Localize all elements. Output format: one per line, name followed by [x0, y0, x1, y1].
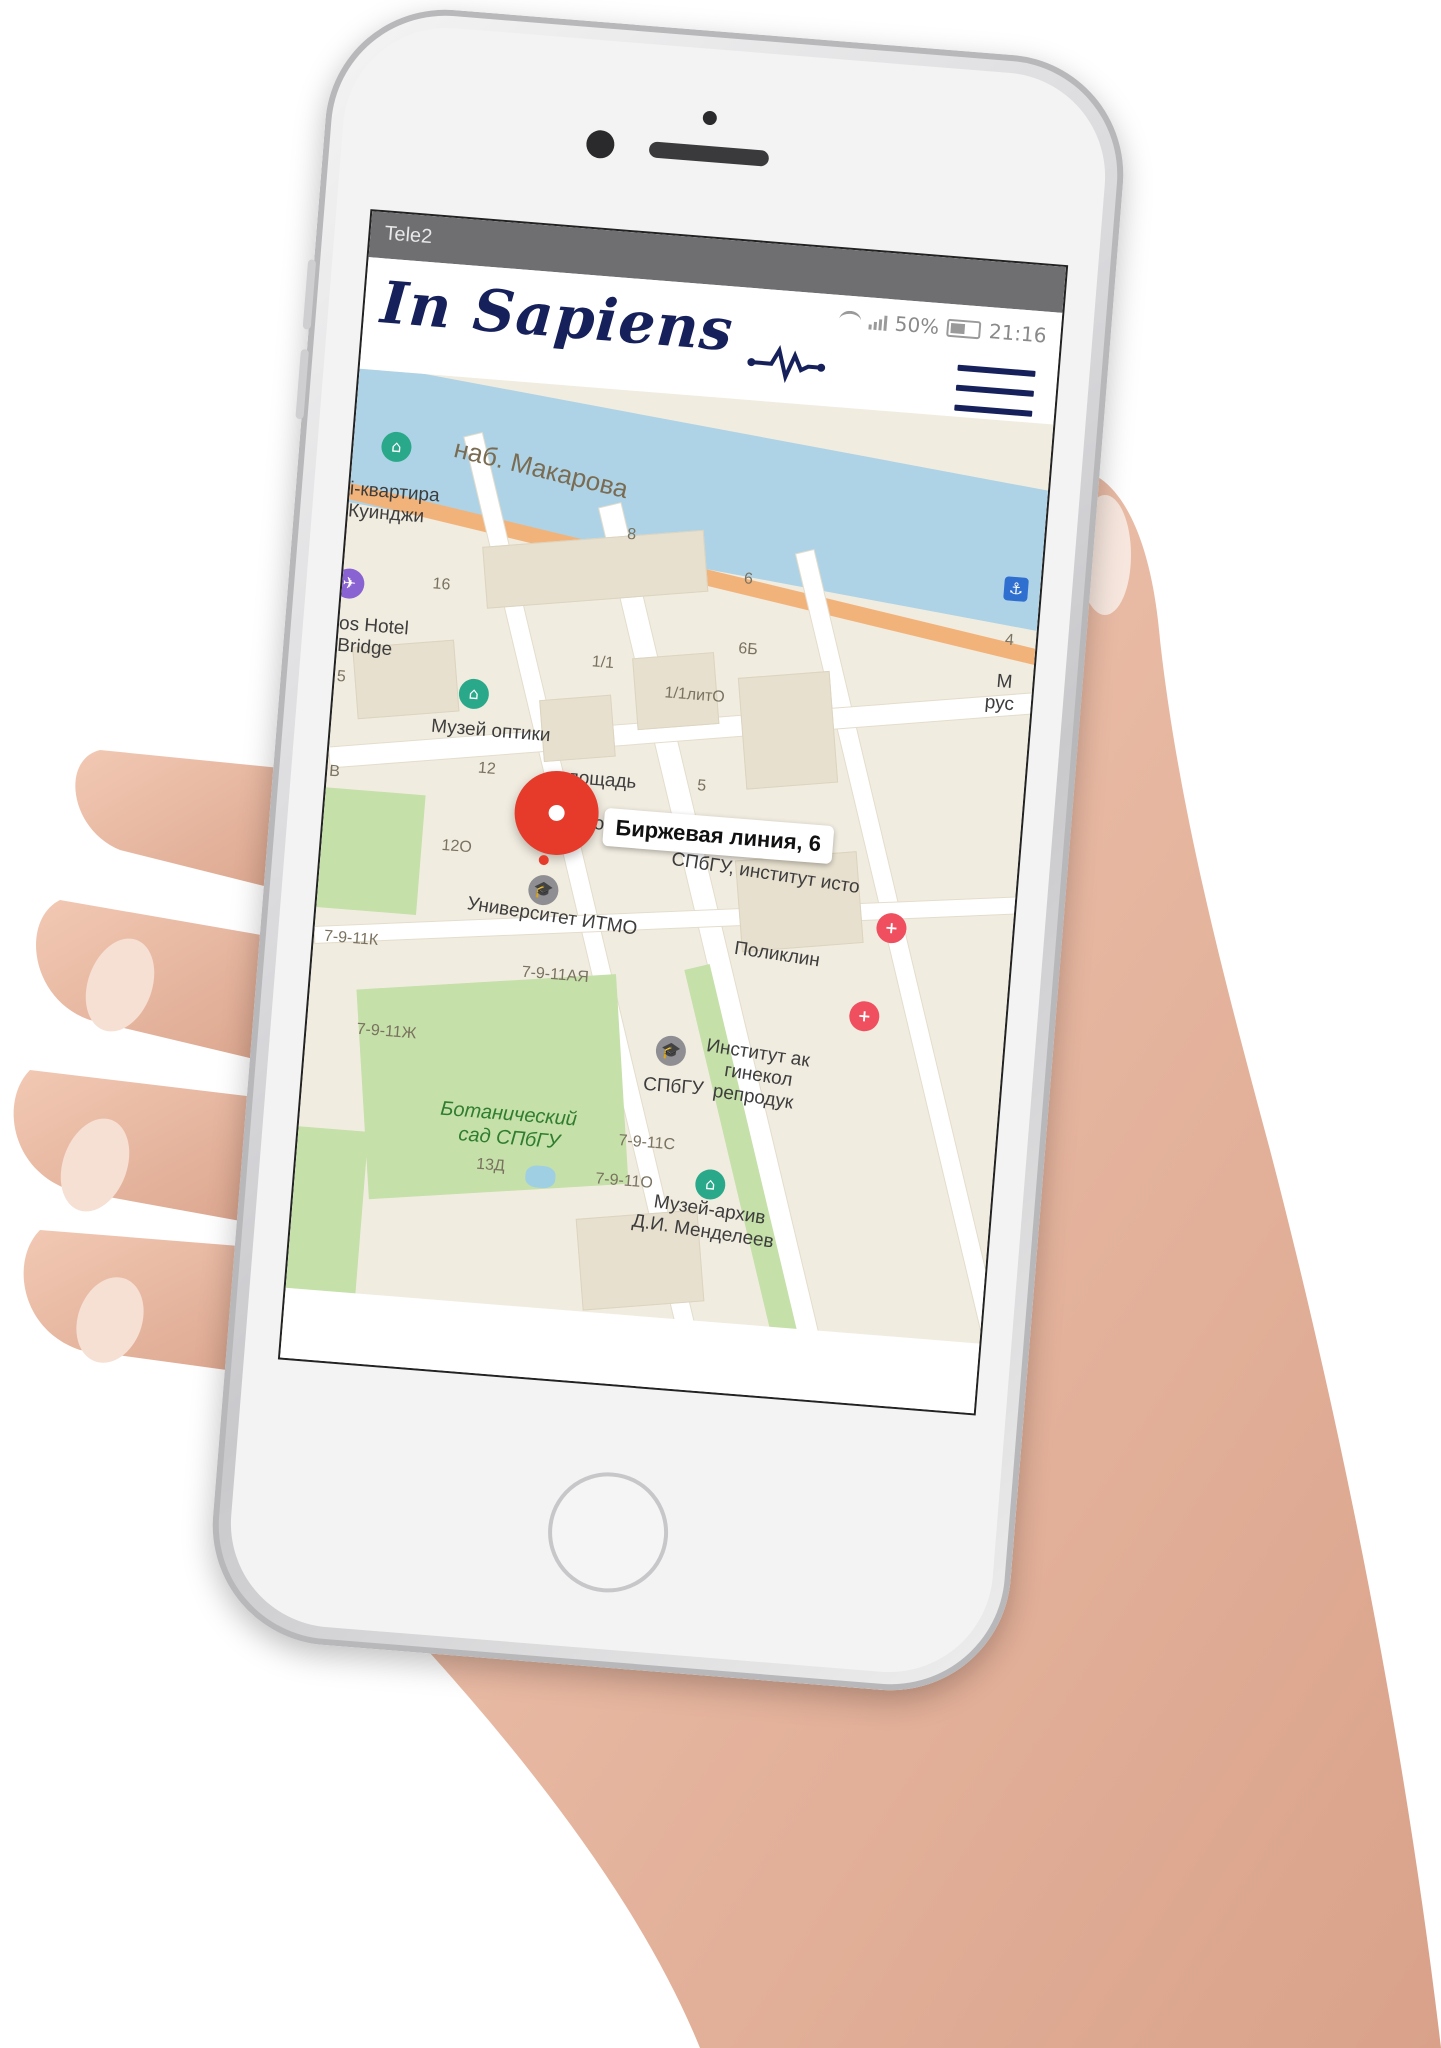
map-label: Куинджи: [347, 500, 425, 528]
app-logo[interactable]: In Sapiens: [378, 268, 736, 364]
house-number: В: [328, 762, 341, 781]
house-number: 5: [336, 667, 347, 686]
house-number: 7-9-11К: [323, 927, 379, 950]
road: [314, 896, 1035, 943]
hospital-icon[interactable]: +: [848, 1000, 881, 1033]
house-number: 13Д: [475, 1155, 506, 1175]
pin-tail: [538, 854, 550, 866]
building: [482, 529, 709, 609]
house-number: 7-9-11О: [594, 1170, 654, 1192]
house-number: 16: [431, 575, 452, 594]
house-number: 6: [743, 570, 754, 588]
house-number: 4: [1004, 631, 1015, 650]
pulse-icon: [747, 345, 826, 384]
map-view[interactable]: наб. Макарова i-квартира Куинджи os Hote…: [280, 368, 1054, 1414]
signal-icon: [868, 313, 888, 331]
house-number: 5: [696, 777, 707, 795]
house-number: 1/1: [591, 653, 615, 673]
carrier-name: Tele2: [383, 222, 434, 249]
pond: [524, 1164, 557, 1189]
clock: 21:16: [988, 319, 1048, 348]
battery-icon: [946, 318, 982, 340]
house-number: 8: [626, 525, 637, 544]
house-number: 6Б: [737, 640, 759, 659]
university-icon[interactable]: 🎓: [527, 873, 560, 907]
battery-percent: 50%: [893, 311, 941, 340]
house-number: 12: [477, 759, 497, 778]
university-icon[interactable]: 🎓: [654, 1034, 688, 1068]
museum-icon[interactable]: ⌂: [694, 1168, 727, 1201]
phone-screen: Tele2 50% 21:16 In Sapiens наб. Макарова…: [277, 209, 1069, 1416]
wifi-icon: [838, 309, 862, 331]
map-label: рус: [984, 691, 1015, 716]
map-label: СПбГУ: [642, 1073, 705, 1100]
house-number: 12О: [440, 836, 473, 857]
anchor-icon[interactable]: ⚓: [1003, 576, 1029, 602]
museum-icon[interactable]: ⌂: [457, 677, 491, 711]
hamburger-menu-icon[interactable]: [954, 364, 1036, 425]
pin-center-dot: [547, 804, 566, 822]
building: [737, 670, 839, 790]
phone: Tele2 50% 21:16 In Sapiens наб. Макарова…: [203, 0, 1133, 1700]
map-label: М: [995, 670, 1014, 694]
map-label: Bridge: [336, 634, 393, 661]
